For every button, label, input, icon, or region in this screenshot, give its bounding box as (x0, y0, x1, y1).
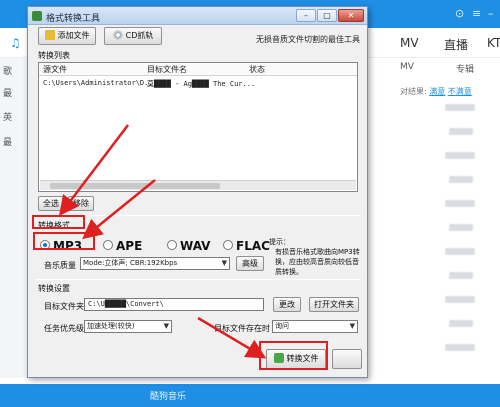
file-list[interactable]: 源文件 目标文件名 状态 C:\Users\Administrator\D...… (38, 62, 358, 192)
list-item (445, 200, 475, 207)
hint-box: 提示： 有损音乐格式歌曲向MP3转换，应由较高音质向较低音质转换。 (269, 237, 364, 277)
nav-mv[interactable]: MV (400, 36, 419, 50)
list-item (445, 152, 475, 159)
col-status[interactable]: 状态 (249, 64, 265, 75)
blurred-song-list (445, 104, 475, 368)
exists-value: 询问 (275, 322, 289, 330)
priority-label: 任务优先级 (44, 324, 84, 333)
settings-label: 转换设置 (38, 284, 70, 293)
dialog-titlebar[interactable]: 格式转换工具 – □ ✕ (28, 7, 367, 25)
format-wav-radio[interactable]: WAV (167, 239, 210, 253)
row-source: C:\Users\Administrator\D... (43, 79, 157, 87)
list-item (449, 176, 473, 183)
change-button[interactable]: 更改 (273, 297, 301, 312)
result-label: 对结果: (400, 87, 427, 96)
cd-icon (112, 30, 123, 40)
menu-icon[interactable]: ≡ (472, 7, 481, 20)
advanced-button[interactable]: 高级 (236, 256, 264, 271)
annotation-mp3-box (33, 232, 95, 250)
exists-label: 目标文件存在时 (214, 324, 270, 333)
app-icon (32, 11, 42, 21)
open-folder-button[interactable]: 打开文件夹 (309, 297, 359, 312)
radio-dot-icon (167, 240, 177, 250)
subnav-mv[interactable]: MV (400, 62, 414, 72)
chevron-down-icon: ▼ (349, 322, 355, 330)
list-item (445, 296, 475, 303)
maximize-icon[interactable]: □ (317, 9, 337, 22)
format-flac-label: FLAC (236, 239, 270, 253)
quality-select[interactable]: Mode:立体声; CBR:192Kbps ▼ (80, 257, 230, 270)
annotation-convert-box (259, 341, 328, 370)
nav-live[interactable]: 直播 (444, 36, 468, 53)
player-bar: 酷狗音乐 (0, 384, 500, 407)
list-item (445, 104, 475, 111)
remove-button[interactable]: 移除 (68, 196, 94, 211)
quality-value: Mode:立体声; CBR:192Kbps (83, 259, 178, 267)
list-item (445, 344, 475, 351)
minimize-icon[interactable]: – (296, 9, 316, 22)
list-item (449, 272, 473, 279)
app-sidebar: 歌 最 英 最 (0, 58, 30, 378)
row-target: 莫████ - Ag████ The Cur... (147, 80, 256, 88)
player-bar-text: 酷狗音乐 (150, 392, 187, 402)
hint-title: 提示： (269, 238, 290, 246)
add-file-button[interactable]: 添加文件 (38, 27, 96, 45)
close-icon[interactable]: ✕ (338, 9, 364, 22)
sidebar-item[interactable]: 英 (3, 110, 12, 123)
quality-label: 音乐质量 (44, 261, 76, 270)
sidebar-item[interactable]: 最 (3, 135, 12, 148)
result-feedback: 对结果: 满意 不满意 (400, 86, 472, 97)
nav-ktv[interactable]: KT (487, 36, 500, 50)
minimize-icon[interactable]: – (488, 7, 494, 20)
sidebar-item[interactable]: 歌 (3, 64, 12, 77)
target-folder-field[interactable]: C:\U█████\Convert\ (84, 298, 264, 311)
format-flac-radio[interactable]: FLAC (223, 239, 270, 253)
scrollbar-thumb[interactable] (50, 183, 220, 189)
horizontal-scrollbar[interactable] (40, 180, 356, 190)
target-folder-label: 目标文件夹 (44, 302, 84, 311)
dialog-title: 格式转换工具 (46, 14, 101, 24)
priority-value: 加速处理(较快) (87, 322, 135, 330)
radio-dot-icon (223, 240, 233, 250)
unsatisfied-link[interactable]: 不满意 (448, 87, 472, 96)
format-ape-label: APE (116, 239, 143, 253)
hint-text: 有损音乐格式歌曲向MP3转换，应由较高音质向较低音质转换。 (275, 248, 360, 276)
annotation-format-box (32, 215, 85, 229)
format-wav-label: WAV (180, 239, 211, 253)
exists-select[interactable]: 询问 ▼ (272, 320, 358, 333)
cd-rip-label: CD抓轨 (125, 31, 154, 40)
list-header: 源文件 目标文件名 状态 (39, 63, 357, 76)
list-item (449, 224, 473, 231)
convert-list-label: 转换列表 (38, 51, 70, 60)
sidebar-item[interactable]: 最 (3, 86, 12, 99)
close-button[interactable] (332, 349, 362, 369)
slogan-text: 无损音质文件切割的最佳工具 (256, 35, 360, 44)
col-target[interactable]: 目标文件名 (147, 64, 187, 75)
cd-rip-button[interactable]: CD抓轨 (104, 27, 162, 45)
list-item (445, 248, 475, 255)
select-all-button[interactable]: 全选 (38, 196, 64, 211)
chevron-down-icon: ▼ (163, 322, 169, 330)
list-item (449, 320, 473, 327)
list-item (449, 128, 473, 135)
play-icon[interactable]: ⊙ (455, 7, 464, 20)
satisfied-link[interactable]: 满意 (429, 87, 445, 96)
col-source[interactable]: 源文件 (43, 64, 67, 75)
format-converter-dialog: 格式转换工具 – □ ✕ 添加文件 CD抓轨 无损音质文件切割的最佳工具 转换列… (27, 6, 368, 378)
format-ape-radio[interactable]: APE (103, 239, 142, 253)
music-icon[interactable]: ♫ (10, 36, 21, 50)
table-row[interactable]: C:\Users\Administrator\D... 莫████ - Ag██… (40, 78, 356, 90)
divider (36, 279, 361, 280)
subnav-album[interactable]: 专辑 (456, 62, 474, 75)
radio-dot-icon (103, 240, 113, 250)
add-file-icon (44, 30, 55, 40)
chevron-down-icon: ▼ (221, 259, 227, 267)
priority-select[interactable]: 加速处理(较快) ▼ (84, 320, 172, 333)
add-file-label: 添加文件 (57, 31, 90, 40)
